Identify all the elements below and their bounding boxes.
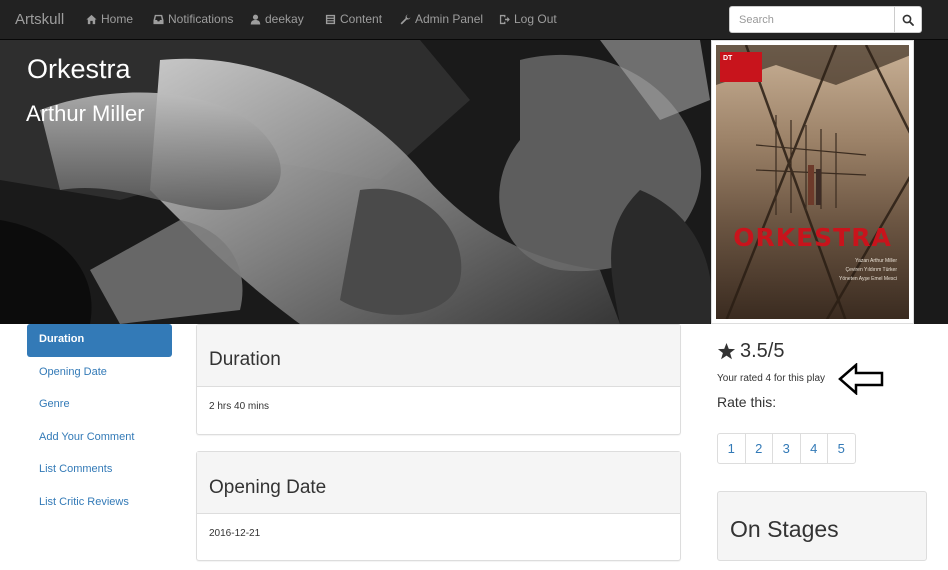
- nav-admin-link[interactable]: Admin Panel: [400, 12, 483, 26]
- search-button[interactable]: [894, 6, 922, 33]
- brand-link[interactable]: Artskull: [15, 11, 64, 28]
- section-nav: Duration Opening Date Genre Add Your Com…: [27, 324, 172, 519]
- section-link-list-comments[interactable]: List Comments: [27, 454, 172, 487]
- rate-option-3[interactable]: 3: [772, 433, 801, 464]
- user-icon: [250, 14, 261, 25]
- section-link-duration[interactable]: Duration: [27, 324, 172, 357]
- section-link-genre[interactable]: Genre: [27, 389, 172, 422]
- nav-logout-link[interactable]: Log Out: [499, 12, 557, 26]
- poster-image: DT ORKESTRA Yazan Arthur Miller Çeviren …: [716, 45, 909, 319]
- nav-home-link[interactable]: Home: [86, 12, 133, 26]
- rate-option-4[interactable]: 4: [799, 433, 828, 464]
- nav-notifications-label: Notifications: [168, 12, 234, 26]
- arrow-left-icon: [838, 363, 884, 395]
- nav-admin-label: Admin Panel: [415, 12, 484, 26]
- section-link-opening-date[interactable]: Opening Date: [27, 357, 172, 390]
- section-link-critic-reviews[interactable]: List Critic Reviews: [27, 487, 172, 520]
- opening-date-heading: Opening Date: [197, 452, 680, 514]
- duration-value: 2 hrs 40 mins: [209, 401, 270, 412]
- duration-panel: Duration 2 hrs 40 mins: [196, 324, 681, 435]
- nav-user-label: deekay: [265, 12, 304, 26]
- play-poster: DT ORKESTRA Yazan Arthur Miller Çeviren …: [711, 40, 914, 324]
- poster-logo: DT: [720, 52, 762, 82]
- nav-notifications-link[interactable]: Notifications: [153, 12, 233, 26]
- rate-option-2[interactable]: 2: [744, 433, 773, 464]
- rate-option-1[interactable]: 1: [717, 433, 746, 464]
- nav-content-link[interactable]: Content: [325, 12, 382, 26]
- user-rating-text: Your rated 4 for this play: [717, 373, 826, 384]
- rating-score: 3.5/5: [740, 340, 785, 362]
- list-icon: [325, 14, 336, 24]
- rate-option-5[interactable]: 5: [827, 433, 856, 464]
- play-author: Arthur Miller: [26, 101, 145, 126]
- search-input[interactable]: [729, 6, 895, 33]
- on-stages-panel: On Stages: [717, 491, 927, 561]
- nav-user-link[interactable]: deekay: [250, 12, 304, 26]
- star-icon: [717, 342, 736, 360]
- wrench-icon: [400, 14, 411, 24]
- home-icon: [86, 14, 97, 24]
- average-rating: 3.5/5: [717, 340, 784, 363]
- duration-heading: Duration: [197, 325, 680, 387]
- opening-date-panel: Opening Date 2016-12-21: [196, 451, 681, 561]
- rate-options: 1 2 3 4 5: [717, 433, 856, 464]
- inbox-icon: [153, 14, 164, 24]
- opening-date-value: 2016-12-21: [209, 528, 261, 539]
- section-link-add-comment[interactable]: Add Your Comment: [27, 422, 172, 455]
- nav-logout-label: Log Out: [514, 12, 557, 26]
- poster-title: ORKESTRA: [733, 223, 892, 252]
- logout-icon: [499, 14, 510, 24]
- poster-credits: Yazan Arthur Miller Çeviren Yıldırım Tür…: [839, 258, 897, 282]
- nav-home-label: Home: [101, 12, 134, 26]
- navbar: Artskull Home Notifications deekay Conte…: [0, 0, 948, 40]
- search-icon: [902, 14, 914, 26]
- rate-this-label: Rate this:: [717, 394, 777, 410]
- play-title: Orkestra: [27, 54, 131, 84]
- nav-content-label: Content: [340, 12, 383, 26]
